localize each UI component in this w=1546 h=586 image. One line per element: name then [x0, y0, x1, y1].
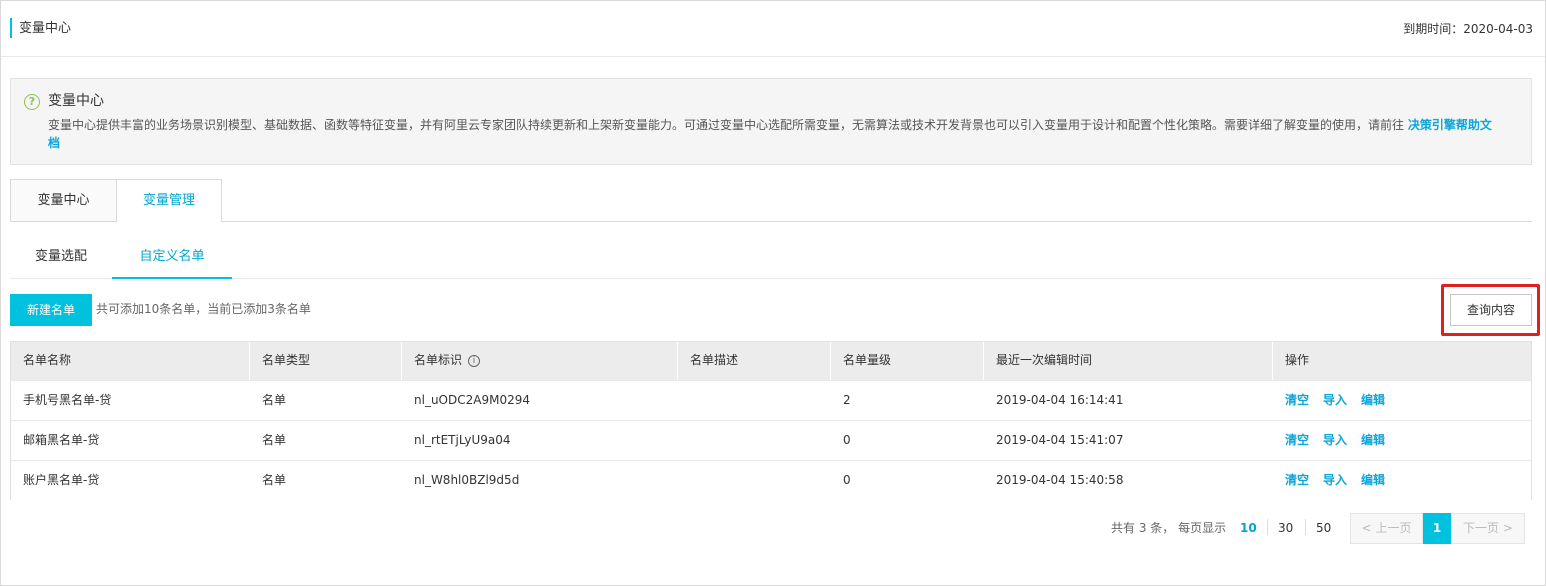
edit-link[interactable]: 编辑 [1361, 473, 1385, 487]
clear-link[interactable]: 清空 [1285, 393, 1309, 407]
cell-id: nl_W8hl0BZl9d5d [414, 473, 520, 487]
next-page-label: 下一页 [1463, 521, 1500, 535]
cell-time: 2019-04-04 15:41:07 [996, 433, 1124, 447]
col-header-actions: 操作 [1285, 353, 1310, 367]
cell-type: 名单 [262, 473, 287, 487]
prev-page-button[interactable]: < 上一页 [1350, 513, 1423, 544]
subtab-variable-selection[interactable]: 变量选配 [10, 237, 112, 279]
info-panel: ? 变量中心 变量中心提供丰富的业务场景识别模型、基础数据、函数等特征变量，并有… [10, 78, 1532, 165]
subtab-custom-list[interactable]: 自定义名单 [112, 237, 232, 279]
edit-link[interactable]: 编辑 [1361, 393, 1385, 407]
col-header-desc: 名单描述 [678, 342, 831, 380]
tab-variable-center[interactable]: 变量中心 [10, 179, 116, 222]
tab-variable-management[interactable]: 变量管理 [116, 179, 222, 223]
chevron-left-icon: < [1361, 521, 1372, 535]
main-tabs: 变量中心 变量管理 [10, 179, 1532, 223]
table-row: 邮箱黑名单-贷 名单 nl_rtETjLyU9a04 0 2019-04-04 … [11, 420, 1531, 460]
col-header-time: 最近一次编辑时间 [984, 342, 1273, 380]
next-page-button[interactable]: 下一页 > [1451, 513, 1525, 544]
clear-link[interactable]: 清空 [1285, 473, 1309, 487]
info-description: 变量中心提供丰富的业务场景识别模型、基础数据、函数等特征变量，并有阿里云专家团队… [48, 116, 1498, 152]
cell-count: 0 [843, 473, 851, 487]
import-link[interactable]: 导入 [1323, 433, 1347, 447]
cell-actions: 清空 导入 编辑 [1273, 381, 1399, 421]
col-header-count: 名单量级 [831, 342, 984, 380]
import-link[interactable]: 导入 [1323, 473, 1347, 487]
header-accent-bar [10, 18, 12, 38]
page-frame: 变量中心 到期时间：2020-04-03 ? 变量中心 变量中心提供丰富的业务场… [0, 0, 1546, 586]
list-table: 名单名称 名单类型 名单标识 i 名单描述 名单量级 最近一次编辑时间 操作 手机… [10, 341, 1532, 500]
clear-link[interactable]: 清空 [1285, 433, 1309, 447]
cell-name: 邮箱黑名单-贷 [23, 433, 100, 447]
edit-link[interactable]: 编辑 [1361, 433, 1385, 447]
cell-name: 账户黑名单-贷 [23, 473, 100, 487]
prev-page-label: 上一页 [1375, 521, 1412, 535]
info-title: 变量中心 [48, 93, 104, 109]
page-size-divider [1305, 519, 1306, 535]
cell-desc [678, 381, 690, 421]
cell-name: 手机号黑名单-贷 [23, 393, 112, 407]
new-list-button[interactable]: 新建名单 [10, 294, 92, 326]
query-button[interactable]: 查询内容 [1450, 294, 1532, 326]
cell-time: 2019-04-04 15:40:58 [996, 473, 1124, 487]
col-header-id-label: 名单标识 [414, 353, 463, 367]
import-link[interactable]: 导入 [1323, 393, 1347, 407]
list-quota-hint: 共可添加10条名单，当前已添加3条名单 [96, 302, 311, 316]
cell-desc [678, 421, 690, 461]
info-icon[interactable]: i [468, 354, 481, 367]
page-size-option[interactable]: 50 [1316, 519, 1331, 537]
col-header-type: 名单类型 [250, 342, 402, 380]
page-header: 变量中心 到期时间：2020-04-03 [1, 1, 1545, 57]
cell-type: 名单 [262, 433, 287, 447]
cell-id: nl_uODC2A9M0294 [414, 393, 530, 407]
pagination-total: 共有 3 条， 每页显示 [1111, 521, 1227, 535]
col-header-id: 名单标识 i [402, 342, 678, 380]
current-page[interactable]: 1 [1423, 513, 1451, 544]
table-row: 手机号黑名单-贷 名单 nl_uODC2A9M0294 2 2019-04-04… [11, 380, 1531, 420]
cell-time: 2019-04-04 16:14:41 [996, 393, 1124, 407]
page-size-option[interactable]: 10 [1240, 519, 1257, 537]
cell-actions: 清空 导入 编辑 [1273, 421, 1399, 461]
cell-count: 0 [843, 433, 851, 447]
table-row: 账户黑名单-贷 名单 nl_W8hl0BZl9d5d 0 2019-04-04 … [11, 460, 1531, 500]
chevron-right-icon: > [1502, 521, 1513, 535]
cell-type: 名单 [262, 393, 287, 407]
cell-actions: 清空 导入 编辑 [1273, 461, 1399, 501]
sub-tabs: 变量选配 自定义名单 [10, 237, 1532, 279]
col-header-name: 名单名称 [11, 342, 250, 380]
cell-desc [678, 461, 690, 501]
page-title: 变量中心 [19, 21, 72, 36]
question-icon: ? [24, 94, 40, 110]
table-header: 名单名称 名单类型 名单标识 i 名单描述 名单量级 最近一次编辑时间 操作 [11, 342, 1531, 380]
info-description-text: 变量中心提供丰富的业务场景识别模型、基础数据、函数等特征变量，并有阿里云专家团队… [48, 118, 1408, 132]
cell-id: nl_rtETjLyU9a04 [414, 433, 511, 447]
page-size-option[interactable]: 30 [1278, 519, 1293, 537]
page-size-divider [1267, 519, 1268, 535]
cell-count: 2 [843, 393, 851, 407]
expire-date: 到期时间：2020-04-03 [1403, 22, 1533, 36]
